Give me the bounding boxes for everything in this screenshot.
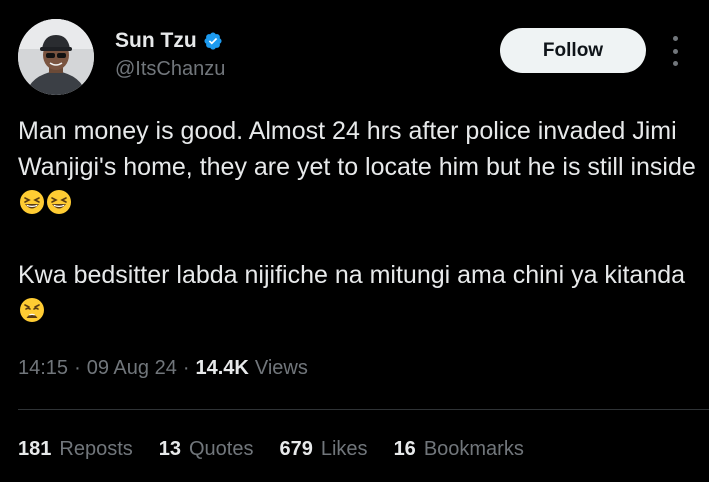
stat-count: 679	[279, 438, 313, 460]
views-count: 14.4K	[195, 357, 249, 379]
stat-count: 13	[158, 438, 181, 460]
tweet-paragraph-2-text: Kwa bedsitter labda nijifiche na mitungi…	[18, 261, 686, 289]
dot	[672, 36, 678, 41]
quotes-stat[interactable]: 13 Quotes	[159, 438, 254, 461]
stat-label: Likes	[320, 438, 368, 460]
tweet-time[interactable]: 14:15	[18, 357, 68, 380]
tweet-text: Man money is good. Almost 24 hrs after p…	[18, 113, 698, 329]
more-options-icon[interactable]	[668, 34, 682, 68]
follow-button[interactable]: Follow	[500, 28, 646, 73]
stat-label: Bookmarks	[423, 438, 524, 460]
stat-count: 181	[18, 438, 52, 460]
weary-face-emoji-icon	[19, 297, 45, 323]
avatar-photo-icon	[18, 19, 94, 95]
tweet-paragraph-1: Man money is good. Almost 24 hrs after p…	[18, 113, 698, 221]
views-label: Views	[254, 357, 308, 379]
stat-count: 16	[393, 438, 416, 460]
likes-stat[interactable]: 679 Likes	[279, 438, 367, 461]
author-display-name[interactable]: Sun Tzu	[115, 29, 197, 53]
tweet-paragraph-1-text: Man money is good. Almost 24 hrs after p…	[18, 117, 696, 181]
divider	[18, 409, 709, 410]
dot	[672, 61, 678, 66]
stat-label: Reposts	[59, 438, 133, 460]
grinning-squinting-face-emoji-icon	[19, 189, 45, 215]
bookmarks-stat[interactable]: 16 Bookmarks	[394, 438, 524, 461]
author-name-row: Sun Tzu	[115, 29, 223, 53]
grinning-squinting-face-emoji-icon	[46, 189, 72, 215]
verified-badge-icon[interactable]	[203, 31, 223, 51]
dot	[672, 48, 678, 54]
stat-label: Quotes	[189, 438, 254, 460]
separator-dot: ·	[74, 357, 81, 379]
tweet-meta: 14:15 · 09 Aug 24 · 14.4K Views	[18, 357, 308, 380]
separator-dot: ·	[182, 357, 190, 379]
tweet-paragraph-2: Kwa bedsitter labda nijifiche na mitungi…	[18, 257, 698, 329]
reposts-stat[interactable]: 181 Reposts	[18, 438, 133, 461]
engagement-stats: 181 Reposts 13 Quotes 679 Likes 16 Bookm…	[18, 438, 524, 461]
avatar[interactable]	[18, 19, 94, 95]
author-handle[interactable]: @ItsChanzu	[115, 58, 225, 81]
tweet-date[interactable]: 09 Aug 24	[87, 357, 177, 380]
